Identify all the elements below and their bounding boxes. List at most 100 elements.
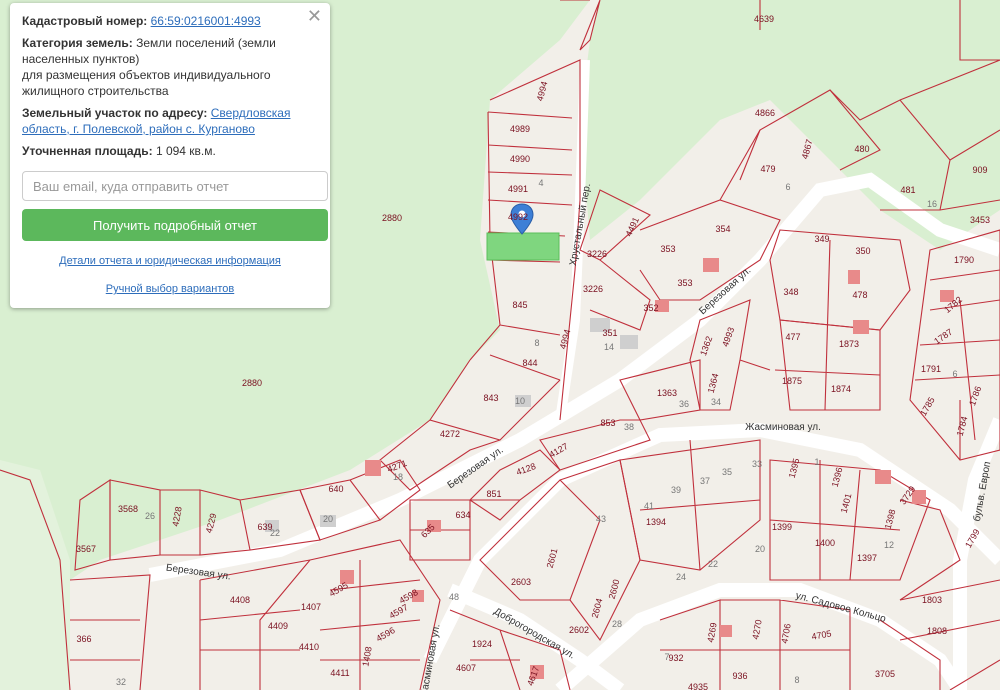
parcel-label: 4272 [440,429,460,439]
parcel-label: 4991 [508,184,528,194]
parcel-label: 353 [660,244,675,254]
parcel-label: 4411 [330,668,349,678]
area-label: Уточненная площадь: [22,144,153,158]
cadastral-row: Кадастровый номер: 66:59:0216001:4993 [22,13,318,29]
parcel-label: 350 [855,246,870,256]
parcel-label: 366 [76,634,91,644]
report-details-link[interactable]: Детали отчета и юридическая информация [22,253,318,269]
parcel-label: 1803 [922,595,942,605]
house-number: 10 [515,396,525,406]
parcel-label: 2602 [569,625,589,635]
email-input[interactable] [22,171,328,201]
parcel-label: 843 [483,393,498,403]
parcel-label: 3567 [76,544,96,554]
parcel-label: 4992 [508,212,528,222]
parcel-label: 2880 [382,213,402,223]
parcel-label: 1924 [472,639,492,649]
get-report-button[interactable]: Получить подробный отчет [22,209,328,241]
category-row: Категория земель: Земли поселений (земли… [22,35,318,99]
house-number: 43 [596,514,606,524]
house-number: 22 [708,559,718,569]
parcel-label: 845 [512,300,527,310]
house-number: 20 [755,544,765,554]
parcel-label: 1397 [857,553,877,563]
manual-selection-link[interactable]: Ручной выбор вариантов [22,281,318,297]
parcel-label: 351 [602,328,617,338]
parcel-label: 853 [600,418,615,428]
parcel-label: 478 [852,290,867,300]
house-number: 22 [270,528,280,538]
parcel-label: 354 [715,224,730,234]
house-number: 26 [145,511,155,521]
parcel-info-panel: ✕ Кадастровый номер: 66:59:0216001:4993 … [10,3,330,308]
house-number: 8 [534,338,539,348]
house-number: 41 [644,501,654,511]
cadastral-number-link[interactable]: 66:59:0216001:4993 [151,14,261,28]
parcel-label: 480 [854,144,869,154]
parcel-label: 3226 [587,249,607,259]
parcel-label: 1400 [815,538,835,548]
street-label: Жасминовая ул. [745,422,821,433]
area-value: 1 094 кв.м. [155,144,216,158]
parcel-label: 481 [900,185,915,195]
parcel-label: 4639 [754,14,774,24]
parcel-label: 909 [972,165,987,175]
house-number: 48 [449,592,459,602]
parcel-label: 1399 [772,522,792,532]
parcel-label: 851 [486,489,501,499]
house-number: 12 [884,540,894,550]
parcel-label: 1875 [782,376,802,386]
parcel-label: 353 [677,278,692,288]
address-label: Земельный участок по адресу: [22,106,208,120]
close-icon[interactable]: ✕ [307,7,322,25]
parcel-label: 349 [814,234,829,244]
house-number: 34 [711,397,721,407]
house-number: 18 [393,472,403,482]
house-number: 4 [538,178,543,188]
parcel-label: 3453 [970,215,990,225]
house-number: 1 [814,457,819,467]
house-number: 14 [604,342,614,352]
house-number: 35 [722,467,732,477]
house-number: 6 [952,369,957,379]
house-number: 36 [679,399,689,409]
house-number: 32 [116,677,126,687]
house-number: 28 [612,619,622,629]
area-row: Уточненная площадь: 1 094 кв.м. [22,143,318,159]
parcel-label: 4607 [456,663,476,673]
house-number: 7 [664,652,669,662]
house-number: 20 [323,514,333,524]
parcel-label: 844 [522,358,537,368]
parcel-label: 1874 [831,384,851,394]
house-number: 33 [752,459,762,469]
selected-parcel-4993[interactable] [486,232,560,261]
parcel-label: 1808 [927,626,947,636]
parcel-label: 4989 [510,124,530,134]
parcel-label: 4866 [755,108,775,118]
house-number: 39 [671,485,681,495]
parcel-label: 4990 [510,154,530,164]
parcel-label: 352 [643,303,658,313]
parcel-label: 1873 [839,339,859,349]
parcel-label: 348 [783,287,798,297]
parcel-label: 640 [328,484,343,494]
parcel-label: 1394 [646,517,666,527]
parcel-label: 1790 [954,255,974,265]
parcel-label: 3705 [875,669,895,679]
parcel-label: 4408 [230,595,250,605]
house-number: 8 [794,675,799,685]
parcel-label: 634 [455,510,470,520]
parcel-label: 3226 [583,284,603,294]
house-number: 24 [676,572,686,582]
parcel-label: 4410 [299,642,319,652]
parcel-label: 479 [760,164,775,174]
house-number: 38 [624,422,634,432]
parcel-label: 477 [785,332,800,342]
cadastral-label: Кадастровый номер: [22,14,148,28]
category-purpose: для размещения объектов индивидуального … [22,68,271,98]
parcel-label: 4935 [688,682,708,690]
parcel-label: 4409 [268,621,288,631]
parcel-label: 1791 [921,364,941,374]
parcel-label: 2603 [511,577,531,587]
parcel-label: 1363 [657,388,677,398]
